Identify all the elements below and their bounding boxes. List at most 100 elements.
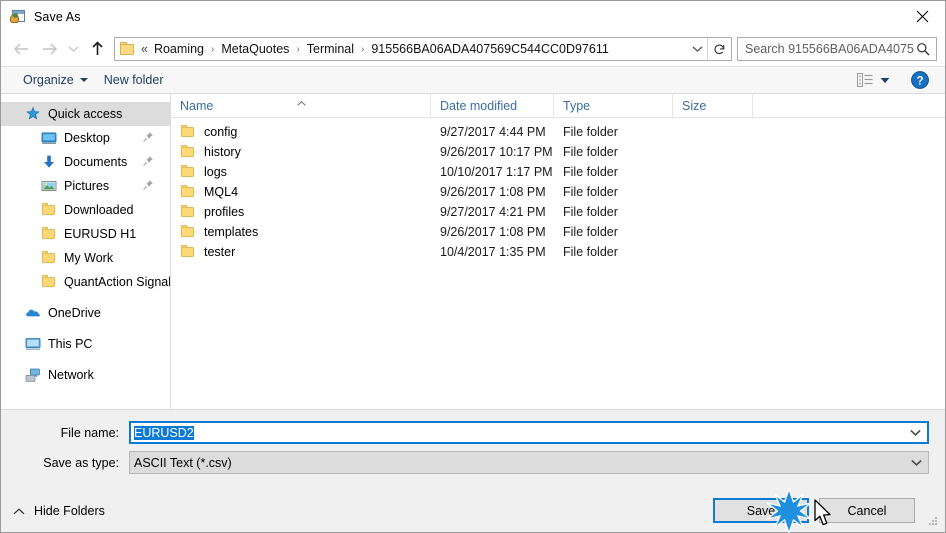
breadcrumb-item-terminal-id[interactable]: 915566BA06ADA407569C544CC0D97611 <box>368 42 611 56</box>
sidebar-item-label: Desktop <box>64 131 110 145</box>
table-row[interactable]: logs 10/10/2017 1:17 PM File folder <box>171 162 945 182</box>
up-button[interactable] <box>83 36 111 62</box>
save-as-type-label: Save as type: <box>43 455 119 470</box>
file-date-cell: 9/27/2017 4:44 PM <box>440 125 546 139</box>
resize-grip-icon[interactable] <box>927 515 940 528</box>
folder-icon <box>180 244 196 260</box>
save-as-dialog: Save As « Roaming › MetaQuotes › Termina… <box>0 0 946 533</box>
file-date-cell: 9/27/2017 4:21 PM <box>440 205 546 219</box>
table-row[interactable]: config 9/27/2017 4:44 PM File folder <box>171 122 945 142</box>
search-box[interactable]: Search 915566BA06ADA40756... <box>737 37 937 61</box>
dialog-footer: Hide Folders Save Cancel <box>1 489 945 532</box>
save-as-type-select[interactable]: ASCII Text (*.csv) <box>129 451 929 474</box>
sidebar-item-quantaction-signal[interactable]: QuantAction Signal <box>1 270 170 294</box>
sidebar-item-eurusd-h1[interactable]: EURUSD H1 <box>1 222 170 246</box>
sidebar-item-this-pc[interactable]: This PC <box>1 332 170 356</box>
file-date-cell: 10/4/2017 1:35 PM <box>440 245 546 259</box>
folder-icon <box>41 202 57 218</box>
hide-folders-button[interactable]: Hide Folders <box>13 504 105 518</box>
sidebar-item-downloaded[interactable]: Downloaded <box>1 198 170 222</box>
arrow-left-icon <box>13 43 28 55</box>
help-button[interactable]: ? <box>911 71 929 89</box>
table-row[interactable]: profiles 9/27/2017 4:21 PM File folder <box>171 202 945 222</box>
network-icon <box>25 367 41 383</box>
column-header-row: Name Date modified Type Size <box>171 94 945 118</box>
folder-icon <box>180 144 196 160</box>
table-row[interactable]: MQL4 9/26/2017 1:08 PM File folder <box>171 182 945 202</box>
breadcrumb-item-roaming[interactable]: Roaming <box>151 42 207 56</box>
new-folder-button[interactable]: New folder <box>96 70 172 90</box>
save-as-type-value: ASCII Text (*.csv) <box>134 455 232 470</box>
column-header-size[interactable]: Size <box>673 94 753 117</box>
picture-icon <box>41 178 57 194</box>
breadcrumb-separator-icon[interactable]: › <box>357 44 368 55</box>
navigation-bar: « Roaming › MetaQuotes › Terminal › 9155… <box>1 32 945 66</box>
column-header-name[interactable]: Name <box>171 94 431 117</box>
save-button[interactable]: Save <box>713 498 809 523</box>
organize-button[interactable]: Organize <box>15 70 96 90</box>
file-date-cell: 9/26/2017 10:17 PM <box>440 145 553 159</box>
chevron-up-icon <box>13 504 25 518</box>
address-bar[interactable]: « Roaming › MetaQuotes › Terminal › 9155… <box>114 37 732 61</box>
file-name-input[interactable]: EURUSD2 <box>129 421 929 444</box>
save-as-type-dropdown-button[interactable] <box>904 459 928 466</box>
sidebar-item-network[interactable]: Network <box>1 363 170 387</box>
sidebar-item-pictures[interactable]: Pictures <box>1 174 170 198</box>
help-circle-icon: ? <box>911 71 929 89</box>
close-icon <box>916 10 928 22</box>
save-as-app-icon <box>10 9 26 25</box>
file-name-label: logs <box>204 165 227 179</box>
table-row[interactable]: tester 10/4/2017 1:35 PM File folder <box>171 242 945 262</box>
refresh-button[interactable] <box>707 38 731 60</box>
cancel-button[interactable]: Cancel <box>819 498 915 523</box>
folder-icon <box>41 226 57 242</box>
sidebar-item-onedrive[interactable]: OneDrive <box>1 301 170 325</box>
table-row[interactable]: templates 9/26/2017 1:08 PM File folder <box>171 222 945 242</box>
chevron-down-icon <box>880 77 890 83</box>
column-header-date-modified[interactable]: Date modified <box>431 94 554 117</box>
svg-text:?: ? <box>916 75 923 87</box>
breadcrumb-separator-icon[interactable]: › <box>292 44 303 55</box>
download-arrow-icon <box>41 154 57 170</box>
folder-icon <box>120 42 136 56</box>
chevron-down-icon <box>79 78 88 82</box>
save-form: File name: EURUSD2 Save as type: ASCII T… <box>1 409 945 489</box>
recent-locations-button[interactable] <box>63 36 83 62</box>
save-button-label: Save <box>746 503 776 518</box>
breadcrumb-item-metaquotes[interactable]: MetaQuotes <box>218 42 292 56</box>
column-header-date-label: Date modified <box>440 98 518 113</box>
forward-button[interactable] <box>35 36 63 62</box>
address-dropdown-button[interactable] <box>687 45 707 53</box>
file-name-cell: history <box>171 144 431 160</box>
file-name-label: tester <box>204 245 236 259</box>
column-header-type[interactable]: Type <box>554 94 673 117</box>
file-name-cell: templates <box>171 224 431 240</box>
chevron-down-icon <box>910 459 922 466</box>
breadcrumb-separator-icon[interactable]: › <box>207 44 218 55</box>
file-type-cell: File folder <box>563 185 618 199</box>
file-name-cell: profiles <box>171 204 431 220</box>
back-button[interactable] <box>7 36 35 62</box>
sidebar-item-my-work[interactable]: My Work <box>1 246 170 270</box>
file-name-dropdown-button[interactable] <box>903 429 927 436</box>
table-row[interactable]: history 9/26/2017 10:17 PM File folder <box>171 142 945 162</box>
sidebar-item-quick-access[interactable]: Quick access <box>1 102 170 126</box>
file-name-cell: tester <box>171 244 431 260</box>
file-list-pane: Name Date modified Type Size config 9/27… <box>171 94 945 409</box>
breadcrumb-overflow[interactable]: « <box>140 42 151 56</box>
sidebar-item-desktop[interactable]: Desktop <box>1 126 170 150</box>
search-input[interactable]: Search 915566BA06ADA40756... <box>745 42 914 56</box>
change-view-button[interactable] <box>852 70 895 90</box>
sidebar-item-documents[interactable]: Documents <box>1 150 170 174</box>
folder-icon <box>180 184 196 200</box>
breadcrumb-item-terminal[interactable]: Terminal <box>304 42 357 56</box>
sidebar-item-label: QuantAction Signal <box>64 275 170 289</box>
sidebar-item-label: Pictures <box>64 179 110 193</box>
sidebar-divider <box>1 325 170 332</box>
file-type-cell: File folder <box>563 245 618 259</box>
sidebar-item-label: Network <box>48 368 94 382</box>
close-button[interactable] <box>899 1 945 31</box>
file-list: config 9/27/2017 4:44 PM File folder his… <box>171 118 945 409</box>
chevron-down-icon <box>68 46 78 52</box>
refresh-icon <box>714 44 725 54</box>
